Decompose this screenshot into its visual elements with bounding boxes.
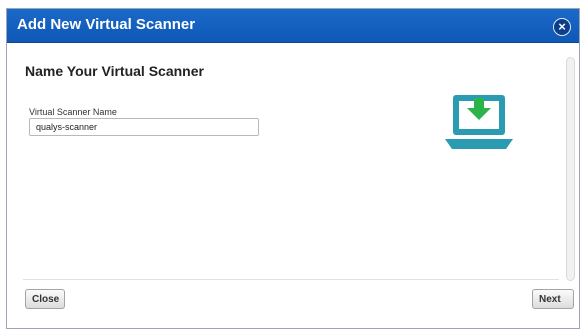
dialog-content: Name Your Virtual Scanner Virtual Scanne… — [7, 43, 579, 278]
scrollbar[interactable] — [566, 57, 575, 281]
next-button[interactable]: Next — [532, 289, 574, 309]
scanner-name-label: Virtual Scanner Name — [29, 107, 117, 117]
footer-divider — [23, 279, 559, 280]
add-virtual-scanner-dialog: Add New Virtual Scanner × Name Your Virt… — [6, 8, 580, 329]
scanner-name-input[interactable] — [29, 118, 259, 136]
close-icon[interactable]: × — [553, 18, 571, 36]
dialog-titlebar: Add New Virtual Scanner × — [7, 9, 579, 43]
close-button[interactable]: Close — [25, 289, 65, 309]
dialog-title: Add New Virtual Scanner — [17, 16, 196, 33]
laptop-download-icon — [445, 95, 513, 149]
section-heading: Name Your Virtual Scanner — [25, 63, 204, 79]
cropped-top-text — [0, 0, 587, 8]
